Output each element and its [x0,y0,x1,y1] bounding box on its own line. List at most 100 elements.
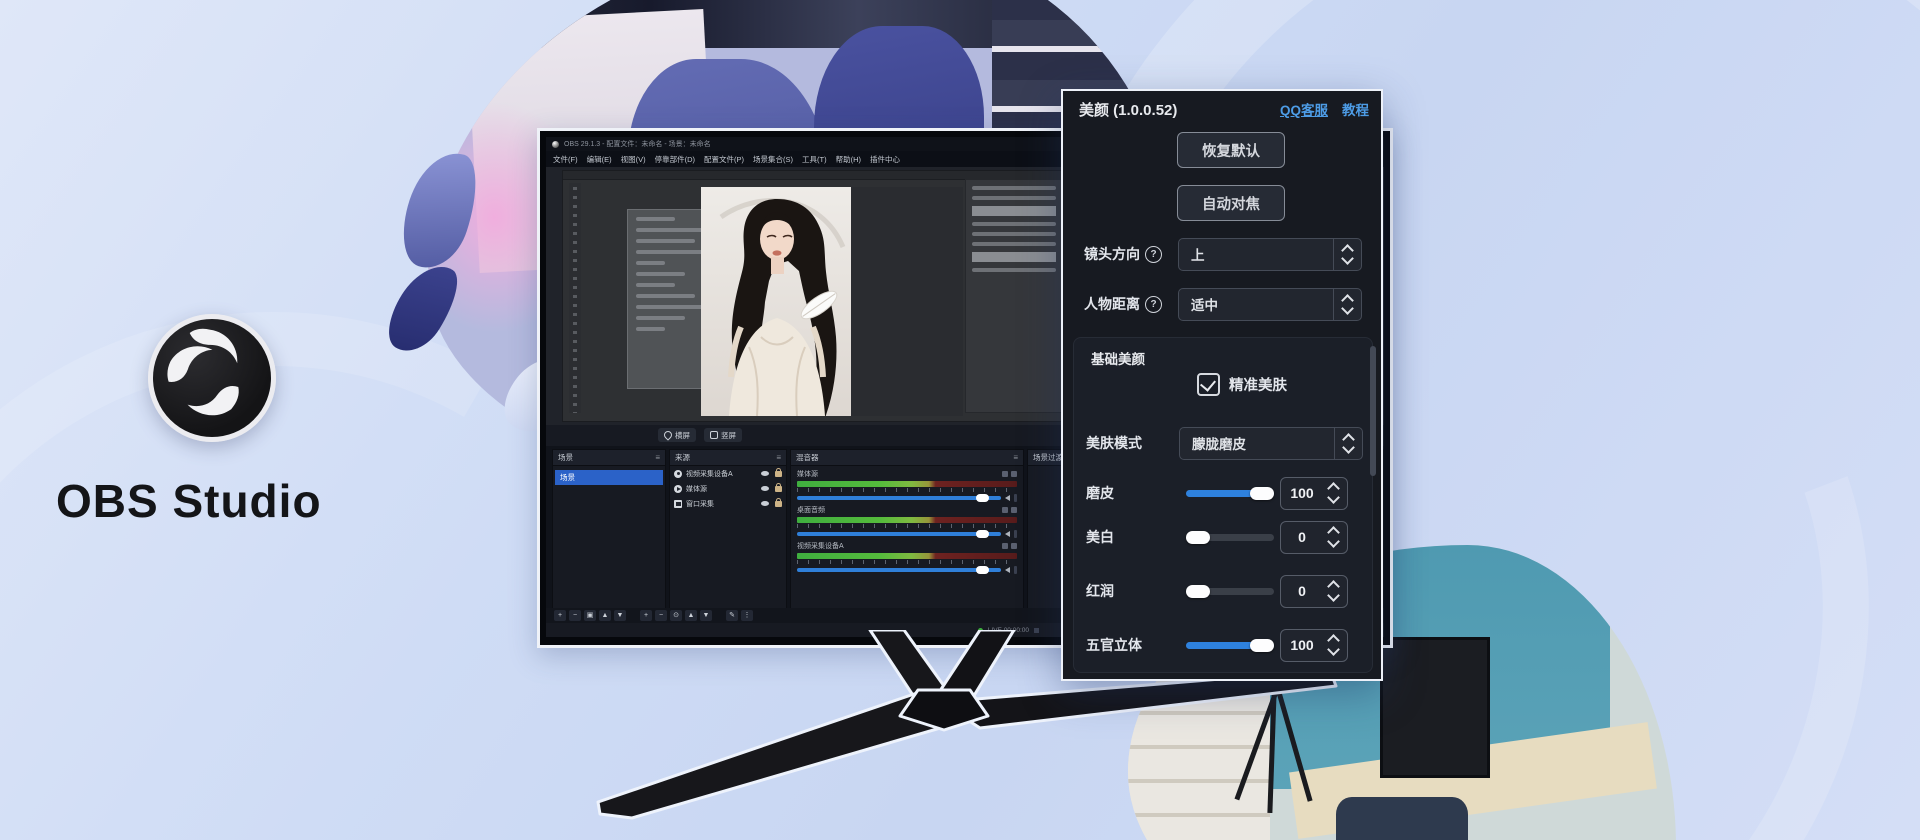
volume-thumb[interactable] [976,530,989,538]
add-scene-button[interactable]: + [554,610,566,621]
rosy-slider-row: 红润 0 [1074,574,1372,608]
decor-bar [636,272,685,276]
menu-tools[interactable]: 工具(T) [802,154,827,165]
menu-profile[interactable]: 配置文件(P) [704,154,744,165]
volume-slider[interactable] [797,493,1017,502]
smoothing-slider[interactable] [1186,490,1274,497]
autofocus-button[interactable]: 自动对焦 [1177,185,1285,221]
skin-mode-select[interactable]: 朦胧磨皮 [1179,427,1363,460]
dock-config-icon[interactable]: ≡ [776,453,781,462]
mixer-dock-title: 混音器 [796,452,819,463]
dock-config-icon[interactable]: ≡ [655,453,660,462]
volume-thumb[interactable] [976,494,989,502]
tab-landscape[interactable]: 横屏 [658,428,696,442]
editor-side-panels [965,179,1063,413]
rosy-spinbox[interactable]: 0 [1280,575,1348,608]
mixer-channel-label: 视频采集设备A [797,541,844,551]
mixer-channel-label: 桌面音频 [797,505,825,515]
menu-scene-collection[interactable]: 场景集合(S) [753,154,793,165]
visibility-eye-icon[interactable] [761,486,769,491]
qq-support-link[interactable]: QQ客服 [1280,99,1328,119]
spin-steppers[interactable] [1323,528,1347,546]
slider-thumb[interactable] [1186,585,1210,598]
add-source-button[interactable]: + [640,610,652,621]
volume-slider[interactable] [797,565,1017,574]
visibility-eye-icon[interactable] [761,501,769,506]
lock-icon[interactable] [775,486,782,492]
move-down-button[interactable]: ▼ [614,610,626,621]
slider-thumb[interactable] [1250,639,1274,652]
mixer-channel-label: 媒体源 [797,469,818,479]
help-icon[interactable]: ? [1145,296,1162,313]
tab-portrait[interactable]: 竖屏 [704,428,742,442]
kebab-icon[interactable] [1014,566,1017,574]
whitening-spinbox[interactable]: 0 [1280,521,1348,554]
mixer-channel-icons[interactable] [1002,507,1017,513]
speaker-icon[interactable] [1005,495,1010,501]
remove-source-button[interactable]: − [655,610,667,621]
rosy-slider[interactable] [1186,588,1274,595]
scene-filters-button[interactable]: ▣ [584,610,596,621]
mixer-channel-icons[interactable] [1002,543,1017,549]
smoothing-spinbox[interactable]: 100 [1280,477,1348,510]
camera-direction-select[interactable]: 上 [1178,238,1362,271]
source-label: 窗口采集 [686,499,757,509]
source-item[interactable]: 窗口采集 [670,496,786,511]
menu-help[interactable]: 帮助(H) [836,154,861,165]
volume-thumb[interactable] [976,566,989,574]
basic-beauty-title: 基础美颜 [1091,348,1145,368]
scene-item-selected[interactable]: 场景 [555,470,663,485]
camera-source-icon [674,470,682,478]
help-icon[interactable]: ? [1145,246,1162,263]
visibility-eye-icon[interactable] [761,471,769,476]
kebab-icon[interactable] [1014,530,1017,538]
live-status-text: LIVE 00:00:00 [988,627,1029,634]
decor-bar [972,186,1056,190]
window-capture-icon [674,500,682,508]
features-3d-slider[interactable] [1186,642,1274,649]
source-down-button[interactable]: ▼ [700,610,712,621]
decor-bar [636,305,710,309]
select-stepper[interactable] [1333,239,1361,270]
spin-steppers[interactable] [1323,484,1347,502]
menu-docks[interactable]: 停靠部件(D) [655,154,695,165]
edit-button[interactable]: ✎ [726,610,738,621]
mixer-channel-icons[interactable] [1002,471,1017,477]
spin-steppers[interactable] [1323,636,1347,654]
chevron-down-icon [1327,535,1340,548]
panel-scrollbar[interactable] [1370,346,1376,476]
volume-slider[interactable] [797,529,1017,538]
menu-file[interactable]: 文件(F) [553,154,578,165]
lock-icon[interactable] [775,501,782,507]
obs-window-title: OBS 29.1.3 - 配置文件：未命名 - 场景：未命名 [564,139,711,149]
more-button[interactable]: ⋮ [741,610,753,621]
restore-defaults-button[interactable]: 恢复默认 [1177,132,1285,168]
menu-edit[interactable]: 编辑(E) [587,154,612,165]
scene-item-label: 场景 [560,472,575,483]
remove-scene-button[interactable]: − [569,610,581,621]
person-distance-select[interactable]: 适中 [1178,288,1362,321]
speaker-icon[interactable] [1005,531,1010,537]
lock-icon[interactable] [775,471,782,477]
precise-skin-checkbox[interactable] [1197,373,1220,396]
menu-view[interactable]: 视图(V) [621,154,646,165]
select-stepper[interactable] [1333,289,1361,320]
whitening-slider[interactable] [1186,534,1274,541]
slider-thumb[interactable] [1186,531,1210,544]
dock-config-icon[interactable]: ≡ [1013,453,1018,462]
move-up-button[interactable]: ▲ [599,610,611,621]
source-up-button[interactable]: ▲ [685,610,697,621]
kebab-icon[interactable] [1014,494,1017,502]
chevron-down-icon [1341,252,1354,265]
speaker-icon[interactable] [1005,567,1010,573]
features-3d-spinbox[interactable]: 100 [1280,629,1348,662]
select-stepper[interactable] [1334,428,1362,459]
source-item[interactable]: 视频采集设备A [670,466,786,481]
tutorial-link[interactable]: 教程 [1342,99,1369,119]
slider-thumb[interactable] [1250,487,1274,500]
source-properties-button[interactable]: ⊙ [670,610,682,621]
spin-steppers[interactable] [1323,582,1347,600]
menu-plugin-center[interactable]: 插件中心 [870,154,900,165]
source-item[interactable]: 媒体源 [670,481,786,496]
audio-mixer-dock: 混音器 ≡ 媒体源 [790,449,1024,610]
